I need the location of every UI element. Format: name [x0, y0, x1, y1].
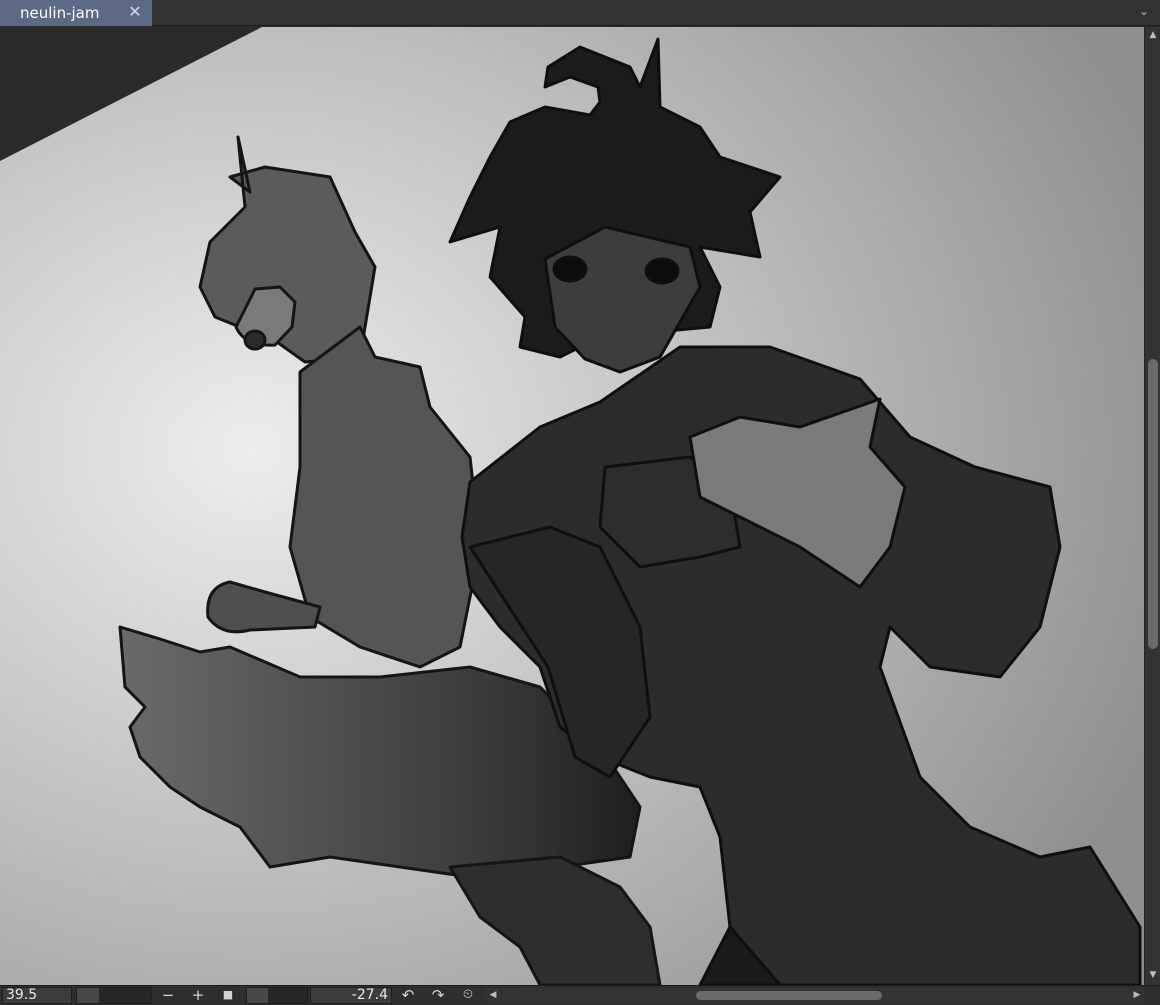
vertical-scroll-thumb[interactable] [1148, 359, 1158, 649]
arrow-right-icon[interactable]: ▶ [1130, 988, 1144, 1003]
rotation-field[interactable]: -27.4 [310, 987, 392, 1004]
zoom-in-button[interactable]: + [188, 987, 208, 1004]
arrow-up-icon[interactable]: ▲ [1145, 27, 1160, 43]
document-tab[interactable]: neulin-jam ✕ [0, 0, 152, 26]
zoom-field[interactable]: 39.5 [2, 987, 72, 1004]
chevron-down-icon[interactable]: ⌄ [1136, 4, 1152, 20]
close-icon[interactable]: ✕ [126, 3, 144, 21]
rotation-slider-fill [247, 988, 268, 1003]
arrow-down-icon[interactable]: ▼ [1145, 967, 1160, 983]
fit-view-button[interactable]: ■ [218, 987, 238, 1004]
reset-rotation-button[interactable]: ⏲ [458, 987, 478, 1004]
document-tab-title: neulin-jam [20, 4, 100, 22]
horizontal-scroll-thumb[interactable] [696, 991, 882, 1000]
arrow-left-icon[interactable]: ◀ [486, 988, 500, 1003]
vertical-scrollbar[interactable]: ▲ ▼ [1144, 27, 1160, 985]
rotate-left-button[interactable]: ↶ [398, 987, 418, 1004]
navigator-status-bar: 39.5 − + ■ -27.4 ↶ ↷ ⏲ ◀ ▶ [0, 985, 1160, 1005]
zoom-slider[interactable] [76, 987, 152, 1004]
zoom-slider-fill [77, 988, 100, 1003]
rotate-right-button[interactable]: ↷ [428, 987, 448, 1004]
horizontal-scrollbar[interactable]: ◀ ▶ [486, 988, 1144, 1003]
document-tab-bar: neulin-jam ✕ ⌄ [0, 0, 1160, 26]
canvas-viewport[interactable] [0, 27, 1144, 985]
zoom-out-button[interactable]: − [158, 987, 178, 1004]
rotation-slider[interactable] [246, 987, 308, 1004]
canvas-artwork [0, 27, 1144, 985]
